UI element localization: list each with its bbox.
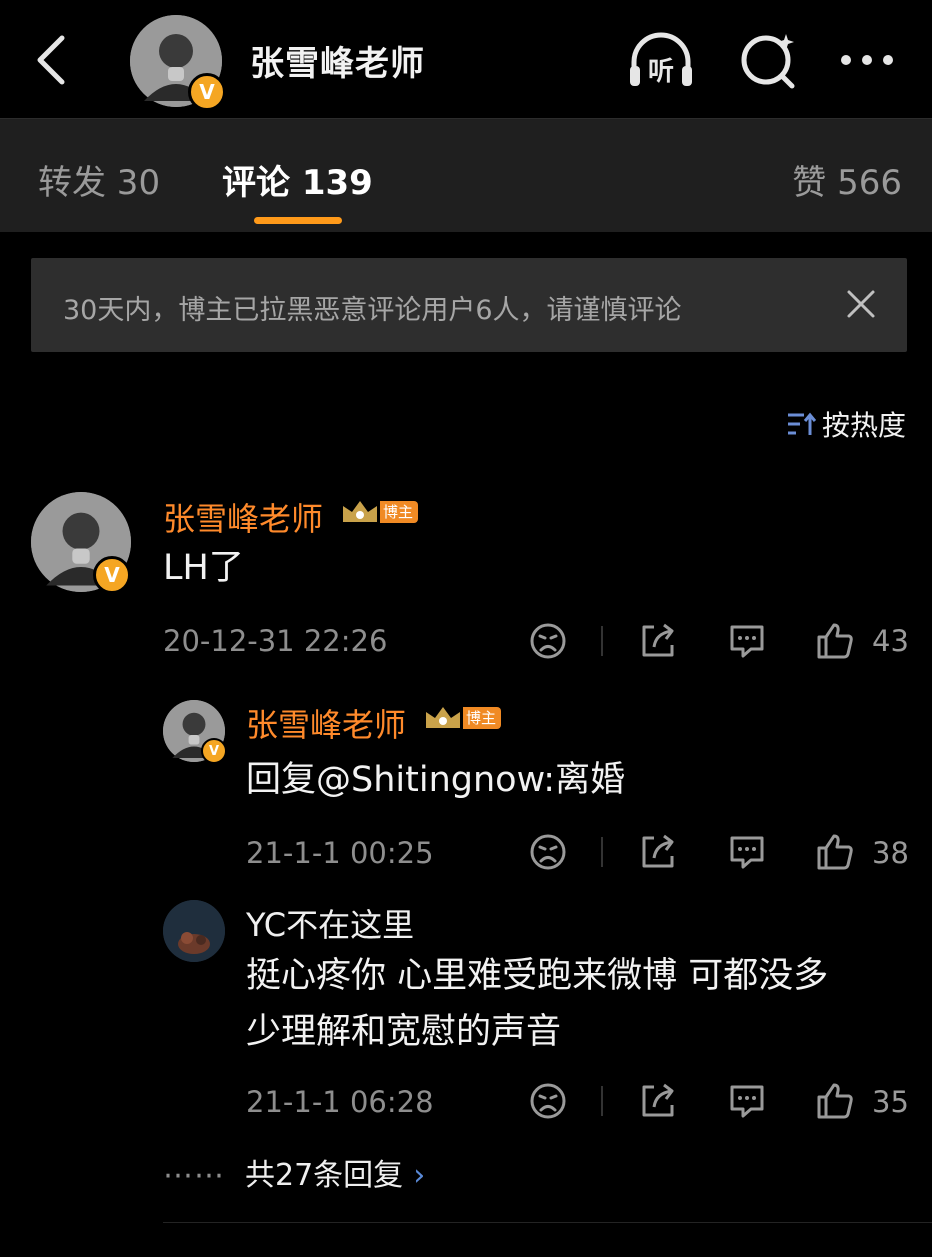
close-icon[interactable] bbox=[843, 286, 879, 322]
reply-icon[interactable] bbox=[727, 1081, 767, 1121]
back-icon[interactable] bbox=[30, 30, 74, 90]
comment-username[interactable]: 张雪峰老师 bbox=[163, 494, 323, 540]
more-icon[interactable] bbox=[832, 28, 902, 92]
like-icon[interactable] bbox=[815, 621, 855, 661]
blogger-tag: 博主 bbox=[463, 707, 502, 729]
share-icon[interactable] bbox=[638, 621, 678, 661]
search-icon[interactable] bbox=[734, 28, 804, 92]
share-icon[interactable] bbox=[638, 1081, 678, 1121]
header-avatar[interactable]: V bbox=[130, 15, 226, 111]
reply-avatar[interactable]: V bbox=[163, 700, 227, 764]
ellipsis-icon: ⋯⋯ bbox=[163, 1158, 225, 1193]
reply-time: 21-1-1 00:25 bbox=[246, 836, 434, 870]
blogger-badge: 博主 bbox=[423, 704, 502, 732]
reply-username[interactable]: YC不在这里 bbox=[246, 900, 414, 946]
blogger-tag: 博主 bbox=[380, 501, 419, 523]
verified-badge-icon: V bbox=[93, 556, 131, 594]
sort-toggle[interactable]: 按热度 bbox=[786, 404, 906, 444]
dislike-icon[interactable] bbox=[528, 1081, 568, 1121]
chevron-right-icon: › bbox=[413, 1158, 426, 1193]
comment-text: LH了 bbox=[163, 548, 244, 588]
tab-likes[interactable]: 赞 566 bbox=[792, 155, 902, 204]
reply-time: 21-1-1 06:28 bbox=[246, 1085, 434, 1119]
tab-bar: 转发 30 评论 139 赞 566 bbox=[0, 118, 932, 232]
comment-avatar[interactable]: V bbox=[31, 492, 131, 594]
page-title: 张雪峰老师 bbox=[250, 44, 425, 84]
reply-icon[interactable] bbox=[727, 621, 767, 661]
avatar-image bbox=[163, 900, 225, 962]
top-bar: V 张雪峰老师 听 bbox=[0, 0, 932, 118]
like-count: 43 bbox=[872, 624, 909, 658]
action-divider bbox=[601, 1086, 603, 1116]
dislike-icon[interactable] bbox=[528, 832, 568, 872]
reply-text: 回复@Shitingnow:离婚 bbox=[246, 760, 626, 800]
reply-avatar[interactable] bbox=[163, 900, 225, 962]
more-replies-label: 共27条回复 bbox=[245, 1158, 404, 1193]
divider bbox=[163, 1222, 932, 1223]
reply-username[interactable]: 张雪峰老师 bbox=[246, 700, 406, 746]
crown-icon bbox=[343, 501, 377, 522]
sort-label: 按热度 bbox=[821, 409, 906, 442]
verified-badge-icon: V bbox=[188, 73, 226, 111]
verified-badge-icon: V bbox=[201, 738, 227, 764]
blogger-badge: 博主 bbox=[340, 498, 419, 526]
listen-label: 听 bbox=[648, 57, 674, 87]
tab-repost[interactable]: 转发 30 bbox=[38, 155, 160, 204]
reply-text-line-1: 挺心疼你 心里难受跑来微博 可都没多 bbox=[246, 956, 829, 996]
tab-comments[interactable]: 评论 139 bbox=[222, 155, 373, 204]
view-more-replies[interactable]: ⋯⋯ 共27条回复 › bbox=[163, 1150, 425, 1194]
share-icon[interactable] bbox=[638, 832, 678, 872]
like-count: 35 bbox=[872, 1085, 909, 1119]
notice-banner: 30天内，博主已拉黑恶意评论用户6人，请谨慎评论 bbox=[31, 258, 907, 352]
sort-icon bbox=[787, 412, 816, 435]
action-divider bbox=[601, 837, 603, 867]
reply-icon[interactable] bbox=[727, 832, 767, 872]
like-icon[interactable] bbox=[815, 1081, 855, 1121]
like-icon[interactable] bbox=[815, 832, 855, 872]
action-divider bbox=[601, 626, 603, 656]
comment-time: 20-12-31 22:26 bbox=[163, 624, 388, 658]
crown-icon bbox=[426, 707, 460, 728]
notice-text: 30天内，博主已拉黑恶意评论用户6人，请谨慎评论 bbox=[63, 295, 682, 326]
active-tab-indicator bbox=[254, 217, 342, 224]
dislike-icon[interactable] bbox=[528, 621, 568, 661]
reply-text-line-2: 少理解和宽慰的声音 bbox=[246, 1012, 562, 1052]
like-count: 38 bbox=[872, 836, 909, 870]
listen-button[interactable]: 听 bbox=[626, 28, 696, 92]
